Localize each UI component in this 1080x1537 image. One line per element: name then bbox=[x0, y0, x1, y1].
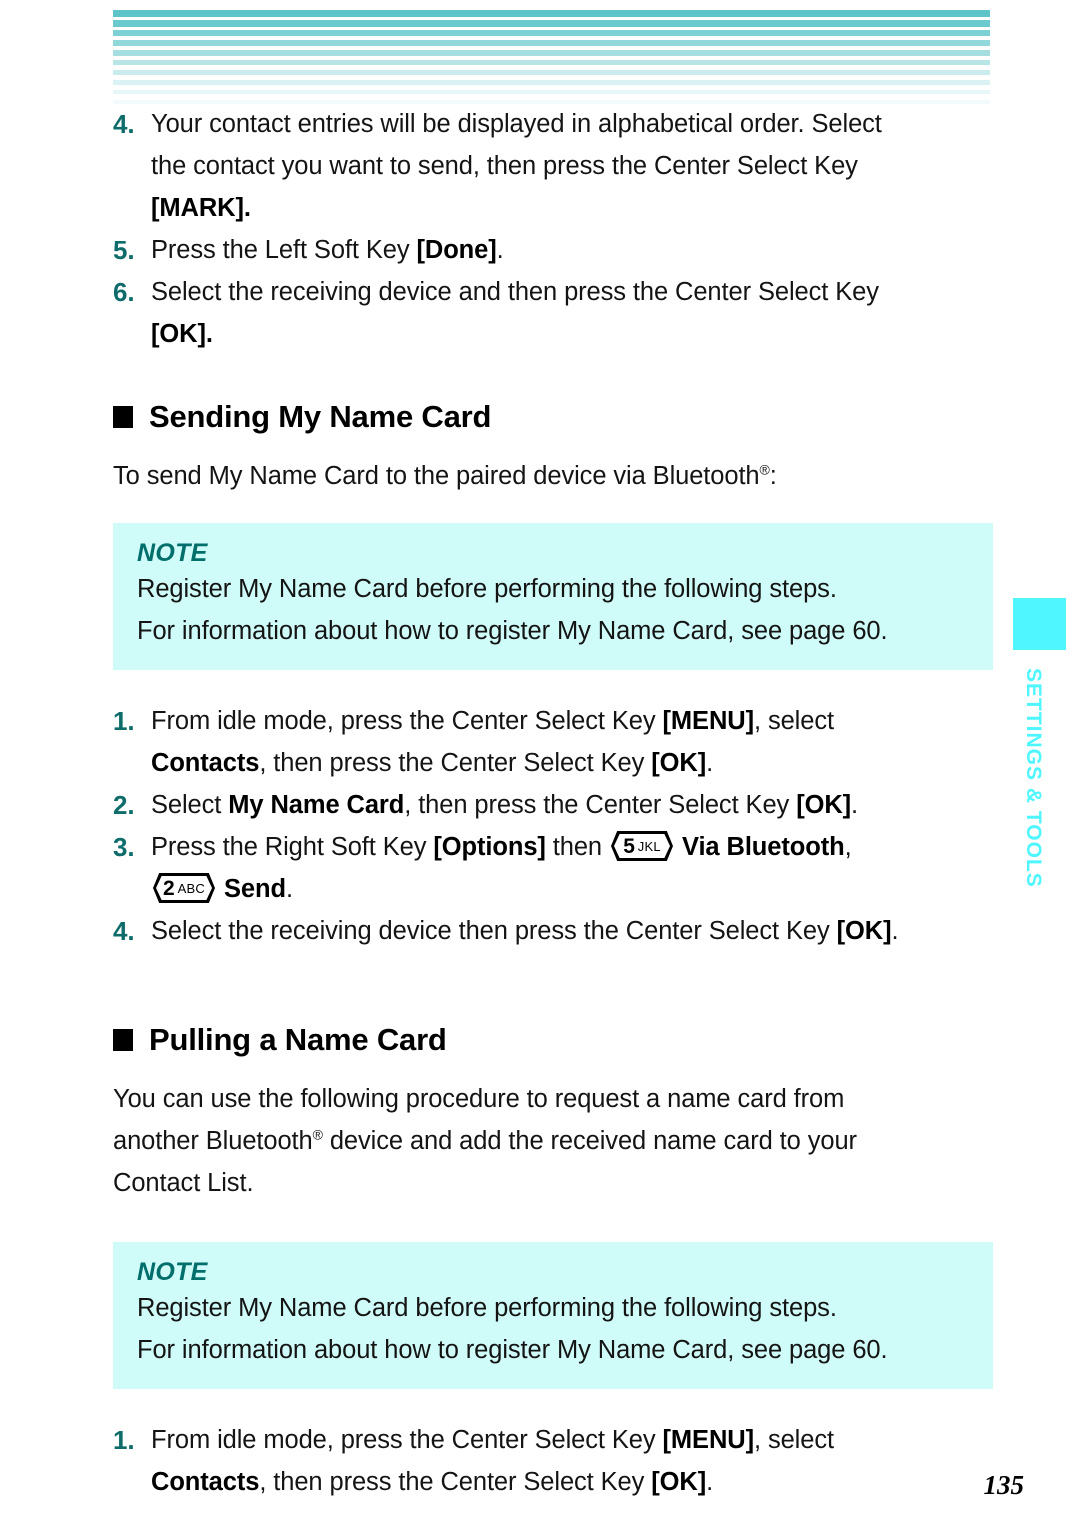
header-stripe bbox=[113, 30, 990, 36]
note-line: For information about how to register My… bbox=[137, 617, 888, 645]
phone-key-2-icon: 2 ABC bbox=[153, 873, 215, 903]
side-tab-label: SETTINGS & TOOLS bbox=[1022, 668, 1045, 888]
step-text: Select the receiving device and then pre… bbox=[151, 278, 879, 348]
square-bullet-icon bbox=[113, 406, 133, 428]
note-box-1: NOTE Register My Name Card before perfor… bbox=[113, 523, 993, 670]
page-content: 4. Your contact entries will be displaye… bbox=[113, 103, 993, 1503]
step-text: Select the receiving device then press t… bbox=[151, 917, 899, 945]
header-stripe bbox=[113, 70, 990, 75]
registered-mark-icon: ® bbox=[759, 461, 770, 478]
step-number: 3. bbox=[113, 832, 135, 862]
list-item: 3. Press the Right Soft Key [Options] th… bbox=[113, 826, 993, 910]
step-text: Select My Name Card, then press the Cent… bbox=[151, 791, 859, 819]
header-stripe bbox=[113, 50, 990, 56]
note-line: Register My Name Card before performing … bbox=[137, 575, 837, 603]
registered-mark-icon: ® bbox=[312, 1126, 323, 1143]
step-text: From idle mode, press the Center Select … bbox=[151, 1426, 834, 1496]
header-decorative-stripes bbox=[113, 10, 990, 104]
note-line: For information about how to register My… bbox=[137, 1336, 888, 1364]
list-item: 2. Select My Name Card, then press the C… bbox=[113, 784, 993, 826]
note-label: NOTE bbox=[137, 1258, 208, 1286]
note-box-2: NOTE Register My Name Card before perfor… bbox=[113, 1242, 993, 1389]
sending-steps-list: 1. From idle mode, press the Center Sele… bbox=[113, 700, 993, 952]
square-bullet-icon bbox=[113, 1029, 133, 1051]
step-text: Press the Right Soft Key [Options] then … bbox=[151, 831, 852, 903]
sending-intro: To send My Name Card to the paired devic… bbox=[113, 461, 777, 490]
step-number: 4. bbox=[113, 109, 135, 139]
step-text: Press the Left Soft Key [Done]. bbox=[151, 236, 504, 264]
side-tab-swatch bbox=[1013, 598, 1066, 650]
step-number: 2. bbox=[113, 790, 135, 820]
header-stripe bbox=[113, 80, 990, 85]
list-item: 1. From idle mode, press the Center Sele… bbox=[113, 1419, 993, 1503]
list-item: 5. Press the Left Soft Key [Done]. bbox=[113, 229, 993, 271]
section-heading-text: Pulling a Name Card bbox=[149, 1022, 447, 1057]
header-stripe bbox=[113, 90, 990, 94]
list-item: 6. Select the receiving device and then … bbox=[113, 271, 993, 355]
header-stripe bbox=[113, 40, 990, 46]
step-text: From idle mode, press the Center Select … bbox=[151, 707, 834, 777]
note-label: NOTE bbox=[137, 539, 208, 567]
page-number: 135 bbox=[983, 1470, 1025, 1500]
pulling-body: You can use the following procedure to r… bbox=[113, 1085, 857, 1197]
phone-key-5-icon: 5 JKL bbox=[611, 831, 673, 861]
step-number: 1. bbox=[113, 1425, 135, 1455]
header-stripe bbox=[113, 60, 990, 65]
list-item: 4. Your contact entries will be displaye… bbox=[113, 103, 993, 229]
section-heading-sending: Sending My Name Card bbox=[113, 399, 993, 435]
step-text: Your contact entries will be displayed i… bbox=[151, 110, 882, 222]
step-number: 5. bbox=[113, 235, 135, 265]
note-line: Register My Name Card before performing … bbox=[137, 1294, 837, 1322]
side-tab: SETTINGS & TOOLS bbox=[1013, 598, 1066, 888]
header-stripe bbox=[113, 10, 990, 17]
step-number: 6. bbox=[113, 277, 135, 307]
top-steps-list: 4. Your contact entries will be displaye… bbox=[113, 103, 993, 355]
header-stripe bbox=[113, 20, 990, 27]
section-heading-pulling: Pulling a Name Card bbox=[113, 1022, 993, 1058]
list-item: 4. Select the receiving device then pres… bbox=[113, 910, 993, 952]
pulling-steps-list: 1. From idle mode, press the Center Sele… bbox=[113, 1419, 993, 1503]
step-number: 4. bbox=[113, 916, 135, 946]
section-heading-text: Sending My Name Card bbox=[149, 399, 492, 434]
step-number: 1. bbox=[113, 706, 135, 736]
list-item: 1. From idle mode, press the Center Sele… bbox=[113, 700, 993, 784]
